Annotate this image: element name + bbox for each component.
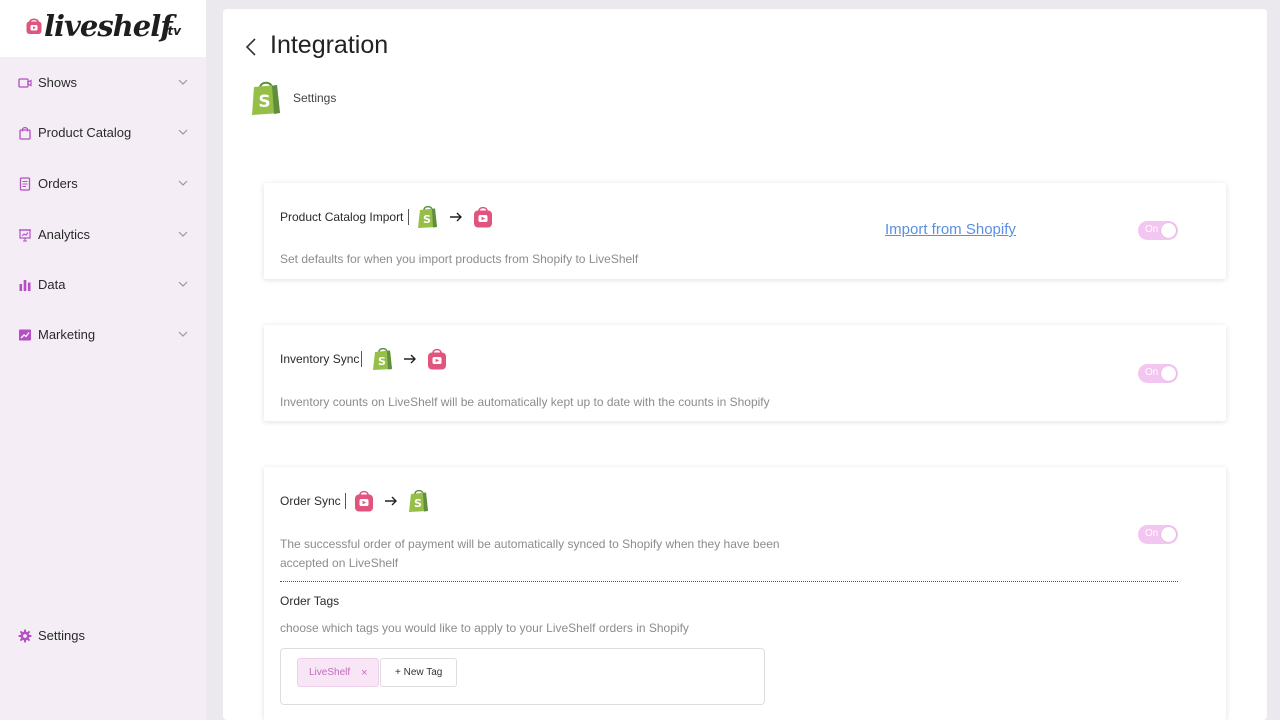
arrow-right-icon (450, 212, 462, 222)
card-description-line-1: The successful order of payment will be … (280, 537, 780, 551)
sidebar-item-shows[interactable]: Shows (0, 68, 206, 98)
shopify-icon: S (373, 347, 392, 370)
order-sync-toggle[interactable]: On (1138, 525, 1178, 544)
svg-text:S: S (423, 213, 431, 226)
sidebar-item-orders[interactable]: Orders (0, 169, 206, 199)
gear-icon (18, 629, 32, 643)
order-tags-description: choose which tags you would like to appl… (280, 621, 689, 635)
logo-text: liveshelf (44, 9, 173, 43)
sidebar-item-data[interactable]: Data (0, 270, 206, 300)
page-title: Integration (270, 31, 389, 59)
divider (345, 493, 346, 509)
chevron-down-icon[interactable] (177, 229, 189, 239)
card-title: Inventory Sync (280, 352, 360, 366)
presentation-icon (19, 229, 31, 242)
card-description: Inventory counts on LiveShelf will be au… (280, 395, 770, 409)
sidebar-item-analytics[interactable]: Analytics (0, 220, 206, 250)
sidebar: liveshelf .tv Shows Product Catalog Orde… (0, 0, 206, 720)
remove-tag-icon[interactable]: × (361, 667, 367, 679)
liveshelf-logo-icon (26, 18, 42, 34)
liveshelf-icon (474, 206, 492, 228)
new-tag-button[interactable]: + New Tag (380, 658, 458, 687)
trend-chart-icon (19, 329, 31, 341)
product-catalog-import-toggle[interactable]: On (1138, 221, 1178, 240)
chevron-down-icon[interactable] (177, 329, 189, 339)
card-title: Product Catalog Import (280, 210, 404, 224)
import-from-shopify-link[interactable]: Import from Shopify (885, 221, 1016, 238)
sidebar-item-label: Settings (38, 628, 85, 643)
breadcrumb[interactable]: Settings (293, 91, 336, 105)
toggle-knob (1161, 366, 1176, 381)
card-description-line-2: accepted on LiveShelf (280, 556, 399, 570)
sidebar-item-marketing[interactable]: Marketing (0, 320, 206, 350)
section-divider (280, 581, 1178, 582)
toggle-label: On (1145, 224, 1159, 235)
arrow-right-icon (404, 354, 416, 364)
sidebar-item-label: Analytics (38, 227, 91, 242)
main-panel: Integration S Settings Product Catalog I… (223, 9, 1267, 720)
card-title: Order Sync (280, 494, 341, 508)
tag-chip-label: LiveShelf (309, 667, 351, 678)
back-chevron-icon[interactable] (245, 37, 257, 57)
toggle-knob (1161, 527, 1176, 542)
sidebar-item-label: Product Catalog (38, 125, 132, 140)
toggle-knob (1161, 223, 1176, 238)
sidebar-item-label: Orders (38, 176, 78, 191)
shopify-icon: S (418, 205, 437, 228)
shopping-bag-icon (19, 127, 31, 140)
bar-chart-icon (19, 280, 31, 291)
product-catalog-import-card: Product Catalog Import S Set defaults fo… (264, 183, 1226, 279)
svg-text:S: S (258, 92, 270, 112)
svg-text:S: S (378, 355, 386, 368)
logo-suffix: .tv (163, 24, 182, 38)
document-icon (19, 177, 31, 191)
toggle-label: On (1145, 367, 1159, 378)
shopify-icon: S (409, 489, 428, 512)
order-tags-input[interactable]: LiveShelf × + New Tag (280, 648, 765, 705)
logo[interactable]: liveshelf .tv (0, 0, 206, 57)
inventory-sync-toggle[interactable]: On (1138, 364, 1178, 383)
sidebar-item-label: Shows (38, 75, 78, 90)
svg-text:S: S (414, 497, 422, 510)
order-tags-title: Order Tags (280, 594, 340, 608)
order-sync-card: Order Sync S The successful order of pay… (264, 467, 1226, 720)
chevron-down-icon[interactable] (177, 77, 189, 87)
chevron-down-icon[interactable] (177, 178, 189, 188)
video-icon (18, 78, 32, 88)
divider (408, 209, 409, 225)
card-description: Set defaults for when you import product… (280, 252, 639, 266)
inventory-sync-card: Inventory Sync S Inventory counts on Liv… (264, 325, 1226, 421)
liveshelf-icon (355, 490, 373, 512)
shopify-logo-icon: S (252, 81, 280, 115)
toggle-label: On (1145, 528, 1159, 539)
sidebar-item-product-catalog[interactable]: Product Catalog (0, 118, 206, 148)
chevron-down-icon[interactable] (177, 279, 189, 289)
arrow-right-icon (385, 496, 397, 506)
liveshelf-icon (428, 348, 446, 370)
sidebar-item-settings[interactable]: Settings (0, 621, 206, 651)
sidebar-item-label: Marketing (38, 327, 96, 342)
chevron-down-icon[interactable] (177, 127, 189, 137)
divider (361, 351, 362, 367)
sidebar-item-label: Data (38, 277, 66, 292)
tag-chip-liveshelf: LiveShelf × (297, 658, 379, 687)
